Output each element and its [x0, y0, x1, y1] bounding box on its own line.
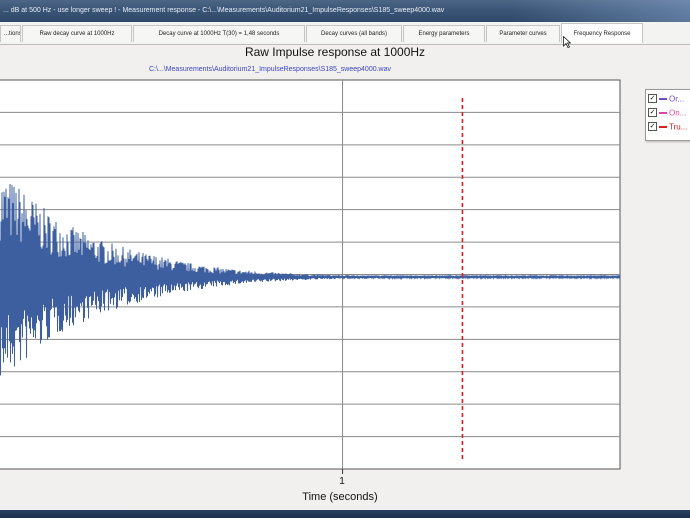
legend-label-3: Tru... [669, 122, 688, 132]
chart-legend: ✓ Or... ✓ On... ✓ Tru... [645, 89, 690, 141]
os-taskbar [0, 510, 690, 518]
x-axis-label: Time (seconds) [302, 491, 378, 503]
legend-checkbox[interactable]: ✓ [648, 122, 657, 132]
legend-checkbox[interactable]: ✓ [648, 94, 657, 104]
legend-label-2: On... [669, 108, 687, 118]
legend-swatch-3 [659, 125, 667, 128]
legend-item[interactable]: ✓ Or... [648, 94, 684, 106]
legend-swatch-2 [659, 111, 667, 114]
legend-label-1: Or... [669, 94, 685, 104]
legend-item[interactable]: ✓ On... [648, 108, 686, 120]
legend-checkbox[interactable]: ✓ [648, 108, 657, 118]
legend-swatch-1 [659, 97, 667, 100]
impulse-response-plot [0, 79, 621, 474]
x-tick-label: 1 [339, 476, 345, 487]
legend-item[interactable]: ✓ Tru... [648, 122, 687, 134]
